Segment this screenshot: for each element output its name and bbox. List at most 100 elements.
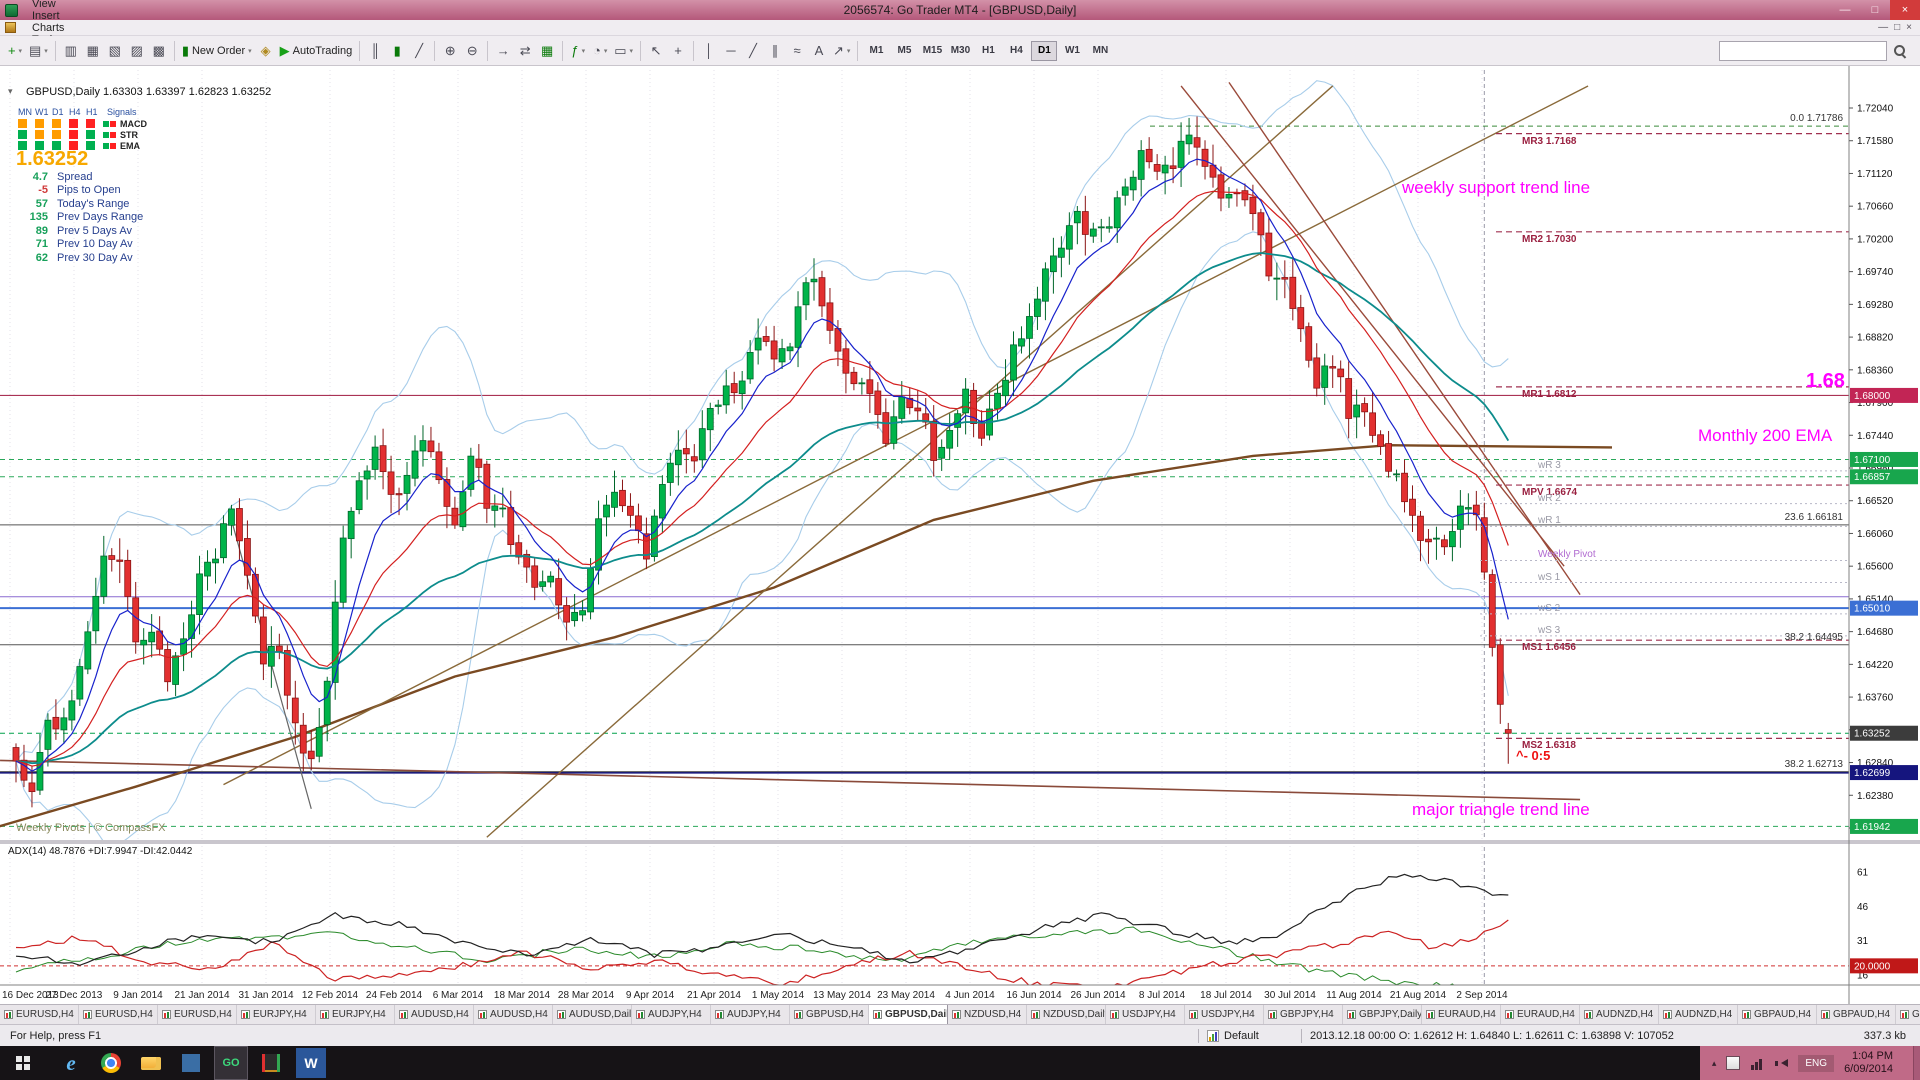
data-window-button[interactable]: ▦ <box>82 39 104 63</box>
chart-tab-audjpy-h4[interactable]: AUDJPY,H4 <box>632 1005 711 1024</box>
timeframe-mn-button[interactable]: MN <box>1087 41 1113 61</box>
timeframe-m15-button[interactable]: M15 <box>919 41 945 61</box>
candlestick-chart-button[interactable]: ▮ <box>386 39 408 63</box>
market-watch-button[interactable]: ▥ <box>60 39 82 63</box>
timeframe-m5-button[interactable]: M5 <box>891 41 917 61</box>
chart-tab-nzdusd-daily[interactable]: NZDUSD,Daily <box>1027 1005 1106 1024</box>
axes-layer[interactable]: 1.720401.715801.711201.706601.702001.697… <box>0 66 1920 1004</box>
collapse-arrow-icon[interactable]: ▾ <box>8 86 13 97</box>
pane-separator[interactable] <box>0 840 1920 844</box>
chart-tab-gbpjpy-h4[interactable]: GBPJPY,H4 <box>1264 1005 1343 1024</box>
minimize-button[interactable]: — <box>1830 0 1860 20</box>
horizontal-line-button[interactable]: ─ <box>720 39 742 63</box>
weekly-pivot-label[interactable]: wR 3 <box>1538 460 1561 471</box>
chart-tab-eurusd-h4[interactable]: EURUSD,H4 <box>79 1005 158 1024</box>
monthly-pivot-label[interactable]: MS2 1.6318 <box>1522 740 1576 751</box>
profiles-button[interactable]: ▤▾ <box>26 39 51 63</box>
cursor-button[interactable]: ↖ <box>645 39 667 63</box>
show-desktop-button[interactable] <box>1913 1046 1920 1080</box>
network-icon[interactable] <box>1750 1056 1764 1070</box>
timeframe-m30-button[interactable]: M30 <box>947 41 973 61</box>
arrows-button[interactable]: ↗▾ <box>830 39 853 63</box>
chart-tab-gbpusd-daily[interactable]: GBPUSD,Daily <box>869 1005 948 1024</box>
chart-tab-audnzd-h4[interactable]: AUDNZD,H4 <box>1580 1005 1659 1024</box>
autotrading-button[interactable]: ▶AutoTrading <box>277 39 356 63</box>
text-button[interactable]: A <box>808 39 830 63</box>
chart-area[interactable]: 1.720401.715801.711201.706601.702001.697… <box>0 66 1920 1004</box>
timeframe-h1-button[interactable]: H1 <box>975 41 1001 61</box>
monthly-pivot-label[interactable]: MR2 1.7030 <box>1522 234 1576 245</box>
chart-text-annotation[interactable]: 1.68 <box>1806 370 1845 393</box>
language-indicator[interactable]: ENG <box>1798 1055 1834 1072</box>
menu-charts[interactable]: Charts <box>23 22 80 34</box>
new-chart-button[interactable]: +▾ <box>4 39 26 63</box>
crosshair-button[interactable]: + <box>667 39 689 63</box>
chart-tab-nzdusd-h4[interactable]: NZDUSD,H4 <box>948 1005 1027 1024</box>
chart-tab-gbpaud-h4[interactable]: GBPAUD,H4 <box>1738 1005 1817 1024</box>
weekly-pivot-label[interactable]: wR 1 <box>1538 515 1561 526</box>
chart-tab-gbpjpy-h4[interactable]: GBPJPY,H4 <box>1896 1005 1920 1024</box>
close-button[interactable]: × <box>1890 0 1920 20</box>
start-button[interactable] <box>0 1046 46 1080</box>
line-chart-button[interactable]: ╱ <box>408 39 430 63</box>
chart-tab-audusd-daily[interactable]: AUDUSD,Daily <box>553 1005 632 1024</box>
taskbar-media-app-icon[interactable] <box>174 1046 208 1080</box>
timeframe-d1-button[interactable]: D1 <box>1031 41 1057 61</box>
chart-tab-audusd-h4[interactable]: AUDUSD,H4 <box>395 1005 474 1024</box>
fibonacci-level-label[interactable]: 23.6 1.66181 <box>1673 512 1843 523</box>
templates-button[interactable]: ▭▾ <box>611 39 636 63</box>
profile-indicator[interactable]: Default <box>1207 1030 1293 1042</box>
grid-button[interactable]: ▦ <box>536 39 558 63</box>
monthly-pivot-label[interactable]: MS1 1.6456 <box>1522 642 1576 653</box>
channel-button[interactable]: ∥ <box>764 39 786 63</box>
weekly-pivot-label[interactable]: wR 2 <box>1538 493 1561 504</box>
menu-view[interactable]: View <box>23 0 80 10</box>
timeframe-m1-button[interactable]: M1 <box>863 41 889 61</box>
terminal-button[interactable]: ▨ <box>126 39 148 63</box>
price-chart-canvas[interactable]: 1.720401.715801.711201.706601.702001.697… <box>0 66 1920 1004</box>
chart-close-button[interactable]: × <box>1906 22 1912 33</box>
weekly-pivot-label[interactable]: wS 3 <box>1538 625 1560 636</box>
clock[interactable]: 1:04 PM 6/09/2014 <box>1844 1050 1903 1076</box>
fibonacci-level-label[interactable]: 0.0 1.71786 <box>1673 113 1843 124</box>
search-icon[interactable] <box>1892 43 1908 59</box>
taskbar-file-explorer-icon[interactable] <box>134 1046 168 1080</box>
trendline-button[interactable]: ╱ <box>742 39 764 63</box>
taskbar-mt4-icon[interactable] <box>254 1046 288 1080</box>
chart-tab-audnzd-h4[interactable]: AUDNZD,H4 <box>1659 1005 1738 1024</box>
chart-tab-usdjpy-h4[interactable]: USDJPY,H4 <box>1185 1005 1264 1024</box>
menu-insert[interactable]: Insert <box>23 10 80 22</box>
chart-tab-gbpjpy-daily[interactable]: GBPJPY,Daily <box>1343 1005 1422 1024</box>
chart-minimize-button[interactable]: — <box>1878 22 1888 33</box>
tray-expand-icon[interactable]: ▴ <box>1712 1058 1717 1069</box>
chart-tab-euraud-h4[interactable]: EURAUD,H4 <box>1501 1005 1580 1024</box>
metaeditor-button[interactable]: ◈ <box>255 39 277 63</box>
navigator-button[interactable]: ▧ <box>104 39 126 63</box>
chart-restore-button[interactable]: □ <box>1894 22 1900 33</box>
weekly-pivot-label[interactable]: wS 2 <box>1538 603 1560 614</box>
chart-tab-eurusd-h4[interactable]: EURUSD,H4 <box>0 1005 79 1024</box>
chart-tab-eurjpy-h4[interactable]: EURJPY,H4 <box>316 1005 395 1024</box>
indicators-button[interactable]: ƒ▾ <box>567 39 589 63</box>
chart-tab-audusd-h4[interactable]: AUDUSD,H4 <box>474 1005 553 1024</box>
timeframe-h4-button[interactable]: H4 <box>1003 41 1029 61</box>
fibonacci-level-label[interactable]: 38.2 1.62713 <box>1673 759 1843 770</box>
taskbar-word-icon[interactable]: W <box>296 1048 326 1078</box>
chart-tab-eurusd-h4[interactable]: EURUSD,H4 <box>158 1005 237 1024</box>
monthly-pivot-label[interactable]: MR3 1.7168 <box>1522 136 1576 147</box>
zoom-in-button[interactable]: ⊕ <box>439 39 461 63</box>
zoom-out-button[interactable]: ⊖ <box>461 39 483 63</box>
periods-button[interactable]: ◔▾ <box>589 39 611 63</box>
chart-tab-usdjpy-h4[interactable]: USDJPY,H4 <box>1106 1005 1185 1024</box>
weekly-pivot-label[interactable]: Weekly Pivot <box>1538 549 1596 560</box>
taskbar-internet-explorer-icon[interactable]: e <box>54 1046 88 1080</box>
chart-tab-gbpusd-h4[interactable]: GBPUSD,H4 <box>790 1005 869 1024</box>
chart-tab-audjpy-h4[interactable]: AUDJPY,H4 <box>711 1005 790 1024</box>
taskbar-chrome-icon[interactable] <box>94 1046 128 1080</box>
chart-text-annotation[interactable]: major triangle trend line <box>1412 800 1590 820</box>
strategy-tester-button[interactable]: ▩ <box>148 39 170 63</box>
chart-text-annotation[interactable]: Monthly 200 EMA <box>1698 426 1832 446</box>
chart-tab-gbpaud-h4[interactable]: GBPAUD,H4 <box>1817 1005 1896 1024</box>
chart-text-annotation[interactable]: weekly support trend line <box>1402 178 1590 198</box>
weekly-pivot-label[interactable]: wS 1 <box>1538 572 1560 583</box>
